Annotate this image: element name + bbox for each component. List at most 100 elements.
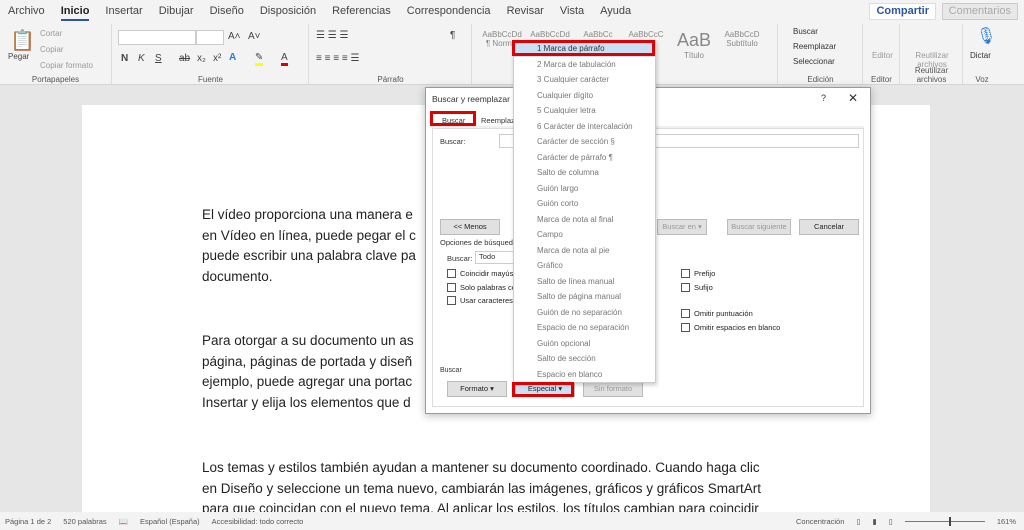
italic-button[interactable]: K xyxy=(138,53,145,64)
style-subtitle[interactable]: AaBbCcD Subtítulo xyxy=(719,30,765,64)
special-menu-item[interactable]: Salto de línea manual xyxy=(514,274,655,290)
checkbox-label: Solo palabras co xyxy=(460,283,516,292)
style-name: Título xyxy=(683,51,704,60)
whole-words-checkbox[interactable]: Solo palabras co xyxy=(447,283,516,292)
paste-button[interactable]: Pegar xyxy=(8,52,29,61)
page-count[interactable]: Página 1 de 2 xyxy=(5,517,51,526)
superscript-icon[interactable]: x² xyxy=(213,53,221,64)
tab-referencias[interactable]: Referencias xyxy=(332,5,391,17)
font-size-select[interactable] xyxy=(196,30,224,45)
font-color-icon[interactable]: A xyxy=(281,52,288,66)
checkbox-label: Omitir espacios en blanco xyxy=(694,323,781,332)
special-menu-item[interactable]: Campo xyxy=(514,227,655,243)
bold-button[interactable]: N xyxy=(121,53,128,64)
prefix-checkbox[interactable]: Prefijo xyxy=(681,269,715,278)
highlight-special-button xyxy=(512,382,574,397)
shrink-font-icon[interactable]: A˅ xyxy=(248,31,261,42)
zoom-level[interactable]: 161% xyxy=(997,517,1016,526)
pilcrow-icon[interactable]: ¶ xyxy=(450,30,455,41)
wildcards-checkbox[interactable]: Usar caracteres co xyxy=(447,296,523,305)
special-menu-item[interactable]: 5 Cualquier letra xyxy=(514,103,655,119)
checkbox-label: Omitir puntuación xyxy=(694,309,753,318)
tab-ayuda[interactable]: Ayuda xyxy=(600,5,631,17)
search-options-label: Opciones de búsqueda xyxy=(440,238,518,247)
special-menu-item[interactable]: Espacio en blanco xyxy=(514,367,655,383)
word-count[interactable]: 520 palabras xyxy=(63,517,106,526)
format-button[interactable]: Formato ▾ xyxy=(447,381,507,397)
help-button[interactable]: ? xyxy=(821,93,826,103)
accessibility-status[interactable]: Accesibilidad: todo correcto xyxy=(212,517,304,526)
special-menu-item[interactable]: Salto de sección xyxy=(514,351,655,367)
special-menu-item[interactable]: Salto de columna xyxy=(514,165,655,181)
highlight-paragraph-mark xyxy=(512,40,655,56)
web-layout-icon[interactable]: ▯ xyxy=(889,517,893,526)
special-menu-item[interactable]: Espacio de no separación xyxy=(514,320,655,336)
clipboard-label: Portapapeles xyxy=(31,75,80,84)
cancel-button[interactable]: Cancelar xyxy=(799,219,859,235)
special-menu-item[interactable]: 3 Cualquier carácter xyxy=(514,72,655,88)
tab-archivo[interactable]: Archivo xyxy=(8,5,45,17)
language[interactable]: Español (España) xyxy=(140,517,200,526)
zoom-slider[interactable] xyxy=(904,516,985,526)
subscript-icon[interactable]: x₂ xyxy=(197,53,206,64)
special-menu-item[interactable]: Salto de página manual xyxy=(514,289,655,305)
special-menu-item[interactable]: Guión largo xyxy=(514,181,655,197)
underline-button[interactable]: S xyxy=(155,53,162,64)
special-menu-item[interactable]: 6 Carácter de intercalación xyxy=(514,119,655,135)
tab-correspondencia[interactable]: Correspondencia xyxy=(407,5,491,17)
style-title[interactable]: AaB Título xyxy=(671,30,717,64)
select-button[interactable]: Seleccionar xyxy=(793,57,835,66)
tab-dibujar[interactable]: Dibujar xyxy=(159,5,194,17)
cut-button[interactable]: Cortar xyxy=(40,29,62,38)
tab-inicio[interactable]: Inicio xyxy=(60,5,89,21)
proofing-icon[interactable]: 📖 xyxy=(119,517,128,526)
style-preview: AaBbCc xyxy=(583,30,613,39)
line: Para otorgar a su documento un as xyxy=(202,333,414,348)
comments-button[interactable]: Comentarios xyxy=(941,3,1018,20)
find-button[interactable]: Buscar xyxy=(793,27,818,36)
copy-button[interactable]: Copiar xyxy=(40,45,64,54)
special-menu-item[interactable]: Guión de no separación xyxy=(514,305,655,321)
special-menu-item[interactable]: Guión opcional xyxy=(514,336,655,352)
highlight-icon[interactable]: ✎ xyxy=(255,52,264,66)
less-button[interactable]: << Menos xyxy=(440,219,500,235)
grow-font-icon[interactable]: A˄ xyxy=(228,31,241,42)
ignore-punctuation-checkbox[interactable]: Omitir puntuación xyxy=(681,309,753,318)
read-mode-icon[interactable]: ▯ xyxy=(856,517,860,526)
tab-disposicion[interactable]: Disposición xyxy=(260,5,316,17)
ignore-whitespace-checkbox[interactable]: Omitir espacios en blanco xyxy=(681,323,780,332)
match-case-checkbox[interactable]: Coincidir mayúscu xyxy=(447,269,521,278)
find-next-button[interactable]: Buscar siguiente xyxy=(727,219,791,235)
replace-button[interactable]: Reemplazar xyxy=(793,42,836,51)
share-button[interactable]: Compartir xyxy=(869,3,936,20)
special-menu-item[interactable]: Gráfico xyxy=(514,258,655,274)
dictate-button[interactable]: Dictar xyxy=(970,51,991,60)
print-layout-icon[interactable]: ▮ xyxy=(873,517,877,526)
align-icons[interactable]: ≡ ≡ ≡ ≡ ☰ xyxy=(316,53,359,64)
close-icon[interactable]: ✕ xyxy=(848,91,858,105)
format-painter-button[interactable]: Copiar formato xyxy=(40,61,93,70)
bullets-icon[interactable]: ☰ ☰ ☰ xyxy=(316,30,348,41)
text-effects-icon[interactable]: A xyxy=(229,52,236,63)
ribbon-tabs: Archivo Inicio Insertar Dibujar Diseño D… xyxy=(0,0,1024,22)
tab-revisar[interactable]: Revisar xyxy=(507,5,544,17)
special-menu-item[interactable]: Carácter de párrafo ¶ xyxy=(514,150,655,166)
special-menu-item[interactable]: Cualquier dígito xyxy=(514,88,655,104)
strikethrough-icon[interactable]: ab xyxy=(179,53,190,64)
tab-insertar[interactable]: Insertar xyxy=(105,5,142,17)
find-in-button[interactable]: Buscar en ▾ xyxy=(657,219,707,235)
focus-mode-button[interactable]: Concentración xyxy=(796,517,844,526)
special-menu-item[interactable]: Guión corto xyxy=(514,196,655,212)
editor-button[interactable]: Editor xyxy=(872,51,893,60)
tab-vista[interactable]: Vista xyxy=(560,5,584,17)
special-menu-item[interactable]: Carácter de sección § xyxy=(514,134,655,150)
line: documento. xyxy=(202,268,273,284)
no-format-button[interactable]: Sin formato xyxy=(583,381,643,397)
special-menu-item[interactable]: Marca de nota al final xyxy=(514,212,655,228)
special-menu-item[interactable]: 2 Marca de tabulación xyxy=(514,57,655,73)
paragraph-label: Párrafo xyxy=(377,75,404,84)
tab-diseno[interactable]: Diseño xyxy=(210,5,244,17)
special-menu-item[interactable]: Marca de nota al pie xyxy=(514,243,655,259)
suffix-checkbox[interactable]: Sufijo xyxy=(681,283,713,292)
font-name-select[interactable] xyxy=(118,30,196,45)
